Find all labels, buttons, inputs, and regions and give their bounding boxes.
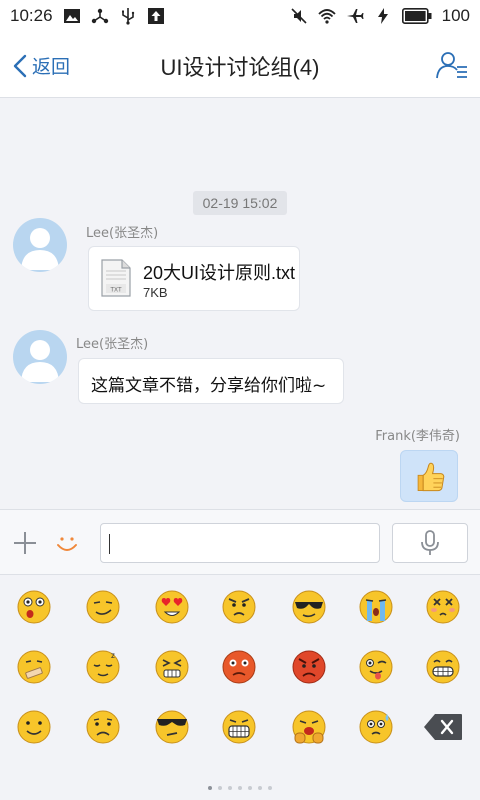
microphone-icon (421, 530, 439, 555)
backspace-icon[interactable] (423, 713, 463, 741)
toothy-emoji-icon[interactable] (221, 709, 257, 745)
red-face-emoji-icon[interactable] (221, 649, 257, 685)
big-grin-emoji-icon[interactable] (425, 649, 461, 685)
file-name: 20大UI设计原则.txt (143, 263, 296, 283)
default-user-icon (21, 228, 59, 270)
sender-name: Frank(李伟奇) (375, 429, 460, 444)
notification-icons (63, 7, 165, 25)
svg-text:z: z (111, 651, 115, 660)
thug-emoji-icon[interactable] (154, 709, 190, 745)
message-timestamp: 02-19 15:02 (193, 191, 287, 215)
sweat-emoji-icon[interactable] (358, 709, 394, 745)
sender-name: Lee(张圣杰) (76, 337, 149, 352)
page-dot[interactable] (268, 786, 272, 790)
page-dot[interactable] (248, 786, 252, 790)
sob-hands-emoji-icon[interactable] (291, 709, 327, 745)
file-message-bubble[interactable]: TXT 20大UI设计原则.txt 7KB (88, 246, 300, 311)
status-time: 10:26 (10, 6, 53, 25)
text-caret (109, 534, 110, 554)
page-dot[interactable] (218, 786, 222, 790)
message-input[interactable] (100, 523, 380, 563)
smile-emoji-icon[interactable] (16, 709, 52, 745)
cool-grin-emoji-icon[interactable] (85, 589, 121, 625)
battery-icon (401, 8, 432, 24)
txt-file-icon: TXT (101, 259, 131, 297)
share-network-icon (91, 7, 109, 25)
file-ext-label: TXT (110, 288, 122, 294)
dizzy-emoji-icon[interactable] (425, 589, 461, 625)
battery-percent: 100 (441, 6, 470, 25)
mute-icon (290, 7, 308, 25)
wifi-icon (317, 7, 336, 25)
page-dot[interactable] (258, 786, 262, 790)
crying-emoji-icon[interactable] (358, 589, 394, 625)
file-size: 7KB (143, 285, 168, 300)
nav-bar: 返回 UI设计讨论组(4) (0, 32, 480, 98)
angry-brows-emoji-icon[interactable] (221, 589, 257, 625)
status-bar: 10:26 100 (0, 0, 480, 32)
sunglasses-emoji-icon[interactable] (291, 589, 327, 625)
page-dot[interactable] (238, 786, 242, 790)
emoji-panel: z (0, 575, 480, 800)
thumbs-up-emoji-icon (417, 462, 445, 492)
furious-emoji-icon[interactable] (291, 649, 327, 685)
sad-emoji-icon[interactable] (85, 709, 121, 745)
page-title: UI设计讨论组(4) (160, 55, 320, 80)
shush-emoji-icon[interactable] (16, 649, 52, 685)
sender-name: Lee(张圣杰) (86, 226, 159, 241)
input-bar (0, 509, 480, 575)
message-text: 这篇文章不错，分享给你们啦~ (91, 376, 327, 396)
surprised-emoji-icon[interactable] (16, 589, 52, 625)
my-message-bubble[interactable] (400, 450, 458, 502)
airplane-icon (346, 7, 364, 25)
sleepy-emoji-icon[interactable]: z (85, 649, 121, 685)
group-members-button[interactable] (436, 50, 468, 80)
text-message-bubble[interactable]: 这篇文章不错，分享给你们啦~ (78, 358, 344, 404)
tongue-wink-emoji-icon[interactable] (358, 649, 394, 685)
page-dot[interactable] (228, 786, 232, 790)
chat-area[interactable]: 02-19 15:02 Lee(张圣杰) TXT 20大UI设计原则.txt 7… (0, 99, 480, 509)
emoji-page-indicator (0, 786, 480, 790)
charging-icon (374, 7, 392, 25)
upload-icon (147, 7, 165, 25)
page-dot[interactable] (208, 786, 212, 790)
plus-icon[interactable] (12, 530, 38, 556)
members-icon (436, 52, 467, 79)
voice-input-button[interactable] (392, 523, 468, 563)
usb-icon (119, 7, 137, 25)
emoji-toggle-icon[interactable] (54, 530, 80, 556)
avatar[interactable] (13, 218, 67, 272)
avatar[interactable] (13, 330, 67, 384)
default-user-icon (21, 340, 59, 382)
image-icon (63, 7, 81, 25)
heart-eyes-emoji-icon[interactable] (154, 589, 190, 625)
grimace-emoji-icon[interactable] (154, 649, 190, 685)
